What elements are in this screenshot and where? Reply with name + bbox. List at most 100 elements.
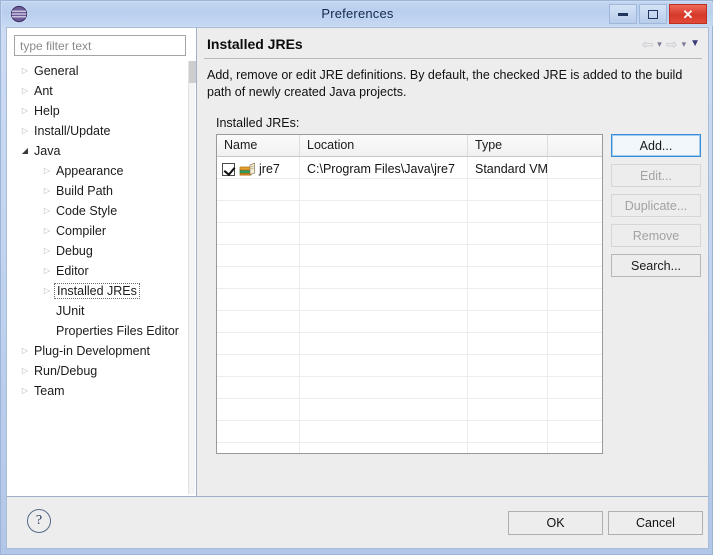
minimize-button[interactable] (609, 4, 637, 24)
sidebar-item-label: Ant (34, 84, 53, 98)
duplicate-button: Duplicate... (611, 194, 701, 217)
cell-empty (548, 267, 602, 288)
expand-triangle-icon[interactable]: ▷ (39, 167, 55, 175)
sidebar-item-help[interactable]: ▷ Help (7, 101, 189, 121)
cell-name[interactable]: jre7 (217, 157, 300, 178)
expand-triangle-icon[interactable]: ▷ (17, 367, 33, 375)
sidebar-item-general[interactable]: ▷ General (7, 61, 189, 81)
sidebar-item-install-update[interactable]: ▷ Install/Update (7, 121, 189, 141)
sidebar-item-plug-in-development[interactable]: ▷ Plug-in Development (7, 341, 189, 361)
sidebar-scrollbar-thumb[interactable] (189, 61, 196, 83)
expand-triangle-icon[interactable]: ▷ (17, 67, 33, 75)
sidebar-item-run-debug[interactable]: ▷ Run/Debug (7, 361, 189, 381)
expand-triangle-icon[interactable]: ▷ (39, 267, 55, 275)
sidebar-item-java[interactable]: ◢ Java (7, 141, 189, 161)
arrow-right-icon[interactable]: ⇨ (666, 37, 678, 51)
sidebar-item-label: Build Path (56, 184, 113, 198)
expand-triangle-icon[interactable]: ▷ (17, 107, 33, 115)
cell-empty (468, 333, 548, 354)
maximize-button[interactable] (639, 4, 667, 24)
sidebar-item-team[interactable]: ▷ Team (7, 381, 189, 401)
cell-empty (300, 399, 468, 420)
expand-triangle-icon[interactable]: ▷ (39, 247, 55, 255)
cell-type[interactable]: Standard VM (468, 157, 548, 178)
jre-default-checkbox[interactable] (222, 162, 235, 176)
preferences-dialog: Preferences ✕ ▷General▷Ant▷Help▷Install/… (0, 0, 713, 555)
cell-empty (548, 399, 602, 420)
page-title: Installed JREs (207, 36, 303, 52)
expand-triangle-icon[interactable]: ▷ (17, 87, 33, 95)
cell-location[interactable]: C:\Program Files\Java\jre7 (300, 157, 468, 178)
cell-empty (217, 267, 300, 288)
table-row[interactable]: jre7 C:\Program Files\Java\jre7 Standard V… (217, 157, 602, 179)
jre-action-buttons: Add... Edit... Duplicate... Remove Search... (611, 134, 701, 277)
sidebar-item-build-path[interactable]: ▷ Build Path (7, 181, 189, 201)
sidebar-item-label: Help (34, 104, 60, 118)
sidebar-item-label: Compiler (56, 224, 107, 238)
cell-empty (468, 267, 548, 288)
preferences-tree[interactable]: ▷ General ▷ Ant ▷ Help ▷ Install/Update ◢ Java ▷ Ap… (7, 61, 189, 494)
sidebar-item-junit[interactable]: JUnit (7, 301, 189, 321)
sidebar-item-label: Installed JREs (54, 283, 140, 299)
sidebar-item-code-style[interactable]: ▷ Code Style (7, 201, 189, 221)
cell-empty (300, 333, 468, 354)
cell-empty (548, 443, 602, 453)
arrow-left-icon[interactable]: ⇦ (642, 37, 654, 51)
cell-extra[interactable] (548, 157, 602, 178)
sidebar-item-label: Team (34, 384, 65, 398)
installed-jres-page: Installed JREs ⇦ ▾ ⇨ ▾ ▼ Add, remove or … (198, 28, 708, 496)
page-description: Add, remove or edit JRE definitions. By … (207, 68, 683, 99)
expand-triangle-icon[interactable]: ▷ (39, 187, 55, 195)
page-menu-chevron-down-icon[interactable]: ▼ (690, 39, 700, 49)
expand-triangle-icon[interactable]: ▷ (17, 127, 33, 135)
expand-triangle-icon[interactable]: ▷ (39, 287, 55, 295)
sidebar-item-label: Appearance (56, 164, 124, 178)
installed-jres-table[interactable]: Name Location Type jre7 C:\Program Files\… (216, 134, 603, 454)
sidebar-item-editor[interactable]: ▷ Editor (7, 261, 189, 281)
sidebar-item-properties-files-editor[interactable]: Properties Files Editor (7, 321, 189, 341)
add-button[interactable]: Add... (611, 134, 701, 157)
sidebar-item-installed-jres[interactable]: ▷ Installed JREs (7, 281, 189, 301)
column-header-extra[interactable] (548, 135, 602, 156)
jre-name-label: jre7 (259, 162, 280, 176)
sidebar-item-ant[interactable]: ▷ Ant (7, 81, 189, 101)
cell-empty (548, 245, 602, 266)
close-button[interactable]: ✕ (669, 4, 707, 24)
cell-empty (300, 201, 468, 222)
cell-empty (217, 399, 300, 420)
column-header-name[interactable]: Name (217, 135, 300, 156)
cell-empty (217, 245, 300, 266)
search-input[interactable] (14, 35, 186, 56)
cell-empty (300, 311, 468, 332)
expand-triangle-icon[interactable]: ▷ (39, 207, 55, 215)
help-icon[interactable]: ? (27, 509, 51, 533)
column-header-location[interactable]: Location (300, 135, 468, 156)
sidebar-item-label: Editor (56, 264, 89, 278)
sidebar-item-debug[interactable]: ▷ Debug (7, 241, 189, 261)
table-empty-row (217, 377, 602, 399)
cell-empty (300, 355, 468, 376)
sidebar-item-compiler[interactable]: ▷ Compiler (7, 221, 189, 241)
cell-empty (300, 377, 468, 398)
cancel-button[interactable]: Cancel (608, 511, 703, 535)
cell-empty (300, 267, 468, 288)
sidebar-scrollbar[interactable] (188, 61, 196, 494)
back-history-chevron-down-icon[interactable]: ▾ (657, 39, 662, 49)
table-body: jre7 C:\Program Files\Java\jre7 Standard V… (217, 157, 602, 453)
cell-empty (468, 311, 548, 332)
expand-triangle-icon[interactable]: ▷ (17, 347, 33, 355)
search-button[interactable]: Search... (611, 254, 701, 277)
cell-empty (548, 333, 602, 354)
table-empty-row (217, 421, 602, 443)
expand-triangle-icon[interactable]: ▷ (17, 387, 33, 395)
cell-empty (217, 421, 300, 442)
forward-history-chevron-down-icon[interactable]: ▾ (682, 39, 687, 49)
table-empty-row (217, 179, 602, 201)
sidebar-item-appearance[interactable]: ▷ Appearance (7, 161, 189, 181)
collapse-triangle-icon[interactable]: ◢ (17, 147, 33, 155)
cell-empty (548, 355, 602, 376)
column-header-type[interactable]: Type (468, 135, 548, 156)
cell-empty (468, 289, 548, 310)
expand-triangle-icon[interactable]: ▷ (39, 227, 55, 235)
ok-button[interactable]: OK (508, 511, 603, 535)
